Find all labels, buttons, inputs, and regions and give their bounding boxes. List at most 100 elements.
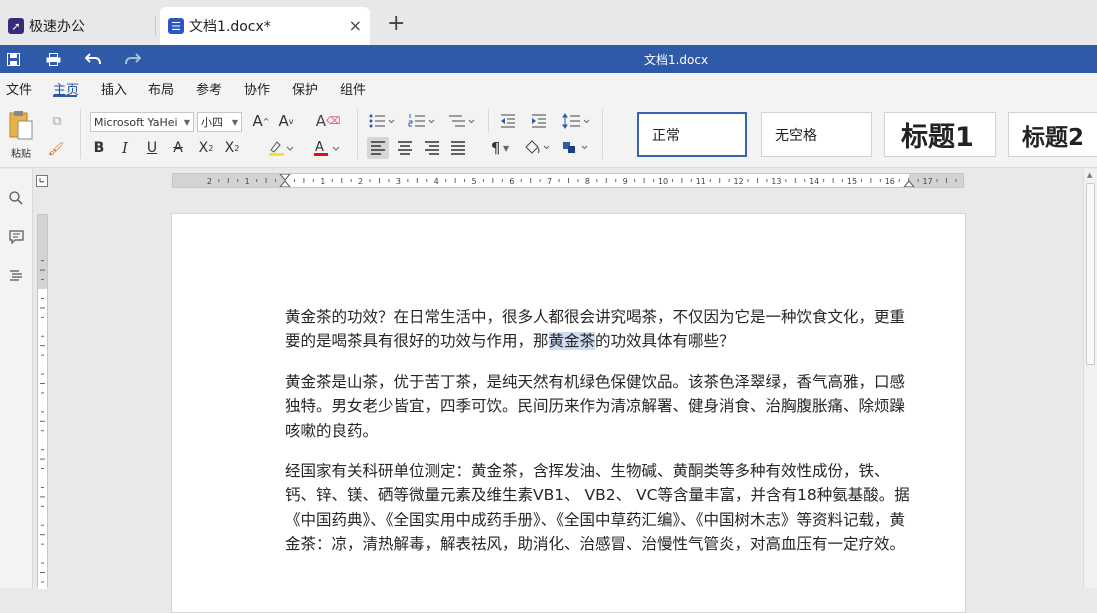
svg-text:10: 10 xyxy=(658,177,668,186)
clear-format-icon[interactable]: A ⌫ xyxy=(316,111,340,131)
font-size-select[interactable]: 小四 ▼ xyxy=(197,112,242,132)
quick-access-bar: 文档1.docx xyxy=(0,45,1097,73)
decrease-font-icon[interactable]: Av xyxy=(275,111,297,131)
style-normal[interactable]: 正常 xyxy=(637,112,747,157)
decrease-indent-icon[interactable] xyxy=(498,111,518,131)
svg-text:2: 2 xyxy=(358,177,363,186)
increase-indent-icon[interactable] xyxy=(529,111,549,131)
close-tab-icon[interactable]: × xyxy=(349,16,362,35)
bold-icon[interactable]: B xyxy=(89,138,109,158)
tab-bar: ➚ 极速办公 ☰ 文档1.docx* × + xyxy=(0,0,1097,45)
comment-icon[interactable] xyxy=(5,226,27,248)
svg-text:11: 11 xyxy=(696,177,706,186)
font-name-value: Microsoft YaHei xyxy=(94,115,178,129)
paste-icon[interactable] xyxy=(6,109,36,141)
svg-text:12: 12 xyxy=(734,177,744,186)
line-spacing-icon[interactable] xyxy=(561,111,591,131)
redo-icon[interactable] xyxy=(123,49,143,69)
style-heading-1[interactable]: 标题1 xyxy=(884,112,996,157)
chevron-down-icon: ▼ xyxy=(231,117,238,127)
menu-plugins[interactable]: 组件 xyxy=(340,79,366,98)
svg-text:5: 5 xyxy=(471,177,476,186)
ribbon-divider xyxy=(602,109,603,159)
save-icon[interactable] xyxy=(3,49,23,69)
highlight-color-icon[interactable] xyxy=(266,138,294,158)
style-no-spacing[interactable]: 无空格 xyxy=(761,112,872,157)
svg-text:15: 15 xyxy=(847,177,857,186)
add-tab-button[interactable]: + xyxy=(387,12,405,36)
style-label: 标题2 xyxy=(1022,124,1085,151)
paragraph-mark-icon[interactable]: ¶ ▼ xyxy=(485,137,515,159)
menu-file[interactable]: 文件 xyxy=(6,79,32,98)
style-heading-2[interactable]: 标题2 xyxy=(1008,112,1097,157)
borders-icon[interactable] xyxy=(560,137,590,159)
style-label: 无空格 xyxy=(775,127,817,144)
svg-text:9: 9 xyxy=(623,177,628,186)
underline-icon[interactable]: U xyxy=(142,138,162,158)
font-size-value: 小四 xyxy=(201,116,223,129)
paragraph-3[interactable]: 经国家有关科研单位测定：黄金茶，含挥发油、生物碱、黄酮类等多种有效性成份，铁、钙… xyxy=(285,459,915,556)
svg-text:8: 8 xyxy=(585,177,590,186)
chevron-down-icon: ▼ xyxy=(183,117,190,127)
increase-font-icon[interactable]: A ^ xyxy=(250,111,272,131)
paste-label: 粘贴 xyxy=(11,148,31,160)
undo-icon[interactable] xyxy=(83,49,103,69)
ribbon-divider xyxy=(488,109,489,133)
paragraph-text: 的功效具体有哪些？ xyxy=(595,332,735,351)
window-title: 文档1.docx xyxy=(643,53,709,67)
svg-text:13: 13 xyxy=(771,177,781,186)
scrollbar-thumb[interactable] xyxy=(1086,183,1095,365)
multilevel-list-icon[interactable] xyxy=(448,111,476,131)
svg-text:7: 7 xyxy=(547,177,552,186)
style-label: 正常 xyxy=(652,127,680,144)
scroll-up-icon[interactable]: ▲ xyxy=(1087,171,1092,179)
svg-text:4: 4 xyxy=(434,177,439,186)
align-right-icon[interactable] xyxy=(421,137,443,159)
tab-stop-selector[interactable]: ∟ xyxy=(36,175,48,187)
menu-references[interactable]: 参考 xyxy=(196,79,222,98)
copy-icon[interactable]: ⧉ xyxy=(48,112,66,130)
selected-text: 黄金茶 xyxy=(548,332,596,351)
vertical-scrollbar[interactable]: ▲ xyxy=(1083,169,1097,588)
svg-text:16: 16 xyxy=(885,177,895,186)
paragraph-2[interactable]: 黄金茶是山茶，优于苦丁茶，是纯天然有机绿色保健饮品。该茶色泽翠绿，香气高雅，口感… xyxy=(285,370,915,443)
align-center-icon[interactable] xyxy=(394,137,416,159)
strikethrough-icon[interactable]: A xyxy=(168,138,188,158)
navigation-icon[interactable] xyxy=(5,265,27,287)
shading-icon[interactable] xyxy=(522,137,552,159)
svg-text:A: A xyxy=(315,140,324,155)
active-menu-indicator xyxy=(53,95,77,97)
document-page[interactable]: 黄金茶的功效？在日常生活中，很多人都很会讲究喝茶，不仅因为它是一种饮食文化，更重… xyxy=(171,213,966,613)
bullet-list-icon[interactable] xyxy=(368,111,396,131)
print-icon[interactable] xyxy=(43,49,63,69)
left-sidebar xyxy=(0,169,33,588)
align-left-icon[interactable] xyxy=(367,137,389,159)
style-label: 标题1 xyxy=(901,122,974,153)
svg-text:6: 6 xyxy=(509,177,514,186)
rocket-icon: ➚ xyxy=(8,18,24,34)
justify-icon[interactable] xyxy=(447,137,469,159)
tab-document[interactable]: ☰ 文档1.docx* × xyxy=(160,7,370,45)
paragraph-1[interactable]: 黄金茶的功效？在日常生活中，很多人都很会讲究喝茶，不仅因为它是一种饮食文化，更重… xyxy=(285,305,915,354)
horizontal-ruler[interactable]: 2 1 1 2 3 4 5 6 7 8 9 10 11 12 13 14 15 16 17 xyxy=(172,173,964,188)
tab-label: 极速办公 xyxy=(29,19,85,35)
font-name-select[interactable]: Microsoft YaHei ▼ xyxy=(90,112,194,132)
format-painter-icon[interactable]: 🖌 xyxy=(46,139,66,159)
subscript-icon[interactable]: X2 xyxy=(220,138,244,158)
menu-collaborate[interactable]: 协作 xyxy=(244,79,270,98)
menu-insert[interactable]: 插入 xyxy=(101,79,127,98)
italic-icon[interactable]: I xyxy=(115,138,135,158)
superscript-icon[interactable]: X2 xyxy=(194,138,218,158)
svg-text:14: 14 xyxy=(809,177,819,186)
font-color-icon[interactable]: A xyxy=(312,138,340,158)
search-icon[interactable] xyxy=(5,187,27,209)
tab-app-home[interactable]: ➚ 极速办公 xyxy=(0,7,150,45)
svg-text:2: 2 xyxy=(207,177,212,186)
tab-label: 文档1.docx* xyxy=(189,19,271,35)
ribbon-divider xyxy=(80,109,81,159)
menu-layout[interactable]: 布局 xyxy=(148,79,174,98)
numbered-list-icon[interactable] xyxy=(408,111,436,131)
menu-protect[interactable]: 保护 xyxy=(292,79,318,98)
vertical-ruler[interactable] xyxy=(37,214,48,589)
svg-text:1: 1 xyxy=(245,177,250,186)
